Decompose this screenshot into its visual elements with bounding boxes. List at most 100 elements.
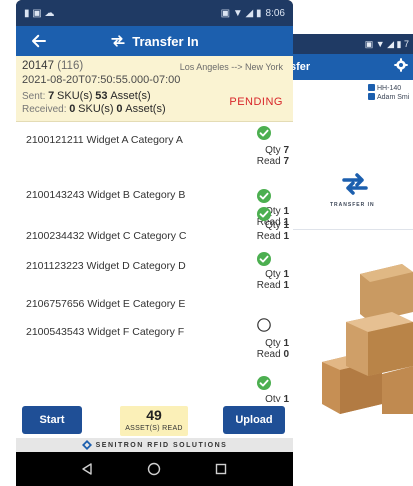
brand-logo-icon [81,440,92,450]
transfer-datetime: 2021-08-20T07:50:55.000-07:00 [22,74,181,86]
read-value: 7 [283,156,289,167]
list-item[interactable]: 2100143243 Widget B Category B Qty 1 Rea… [16,181,293,228]
swap-arrows-icon[interactable] [340,172,370,196]
page-title: Transfer In [132,33,199,49]
sent-sku-count: 7 [48,90,55,102]
background-screen: ▣ ▼ ◢ ▮ 7 sfer HH-140 Adam Smi TRANSFER … [286,34,413,486]
action-bar: Start 49 ASSET(S) READ Upload [16,402,293,438]
status-left: ▮ ▣ ☁ [24,8,55,19]
status-bar: ▮ ▣ ☁ ▣ ▼ ◢ ▮ 8:06 [16,0,293,26]
background-status-bar: ▣ ▼ ◢ ▮ 7 [286,34,413,54]
upload-button[interactable]: Upload [223,406,285,434]
swap-arrows-icon [111,35,125,47]
background-app-bar: sfer [286,54,413,80]
transfer-id: 20147 [22,60,54,72]
item-text: 2100143243 Widget B Category B [26,189,186,201]
app-bar: Transfer In [16,26,293,56]
qty-value: 1 [283,220,289,231]
read-label: Read [256,349,281,360]
status-badge: PENDING [229,96,283,108]
item-text: 2101123223 Widget D Category D [26,260,186,272]
received-line: Received: 0 SKU(s) 0 Asset(s) [22,103,166,115]
check-circle-icon [257,376,271,390]
screen: ▣ ▼ ◢ ▮ 7 sfer HH-140 Adam Smi TRANSFER … [0,0,413,486]
check-circle-icon [257,126,271,140]
item-text: 2106757656 Widget E Category E [26,298,186,310]
system-icons: ▣ ▼ ◢ ▮ [220,7,262,19]
empty-circle-icon [257,318,271,332]
transfer-in-label[interactable]: TRANSFER IN [330,202,375,208]
received-label: Received: [22,104,67,115]
transfer-route: Los Angeles --> New York [179,62,283,72]
qty-value: 1 [283,338,289,349]
background-user: Adam Smi [377,94,410,101]
triangle-back-icon[interactable] [80,462,94,476]
item-qty-read: Qty 1 Read 0 [257,338,289,360]
item-text: 2100543543 Widget F Category F [26,326,185,338]
item-qty-read: Qty 1 Read 1 [257,269,289,291]
background-device-line: HH-140 [368,84,401,92]
list-item[interactable]: 2100121211 Widget A Category A Qty 7 Rea… [16,126,293,167]
circle-home-icon[interactable] [147,462,161,476]
transfer-count: (116) [57,60,84,72]
read-label: Read [256,156,281,167]
device-icon [368,84,375,91]
list-item[interactable]: 2100543543 Widget F Category F Qty 1 Rea… [16,318,293,360]
background-title-fragment: sfer [290,61,311,73]
start-button[interactable]: Start [22,406,82,434]
item-qty-read: Qty 1 Read 1 [257,220,289,242]
clock: 8:06 [265,7,285,19]
item-qty-read: Qty 1 [265,394,289,402]
received-sku-count: 0 [69,103,76,115]
qty-label: Qty [265,269,281,280]
system-nav-bar [16,452,293,486]
square-recent-icon[interactable] [214,462,228,476]
qty-value: 1 [283,394,289,402]
item-qty-read: Qty 7 Read 7 [257,145,289,167]
user-icon [368,93,375,100]
assets-read-count: 49 [146,407,162,423]
gear-icon[interactable] [393,57,409,73]
read-label: Read [256,231,281,242]
check-circle-icon [257,252,271,266]
sent-asset-unit: Asset(s) [110,90,151,102]
sent-sku-unit: SKU(s) [57,90,93,102]
transfer-summary: 20147 (116) Los Angeles --> New York 202… [16,56,293,122]
qty-label: Qty [265,220,281,231]
app-title: Transfer In [16,26,293,56]
check-circle-icon [257,189,271,203]
qty-label: Qty [265,145,281,156]
sent-label: Sent: [22,91,46,102]
qty-value: 1 [283,206,289,217]
background-status-glyphs: ▣ ▼ ◢ ▮ 7 [364,38,409,49]
background-header-panel: HH-140 Adam Smi TRANSFER IN [286,80,413,230]
item-list[interactable]: 2100121211 Widget A Category A Qty 7 Rea… [16,122,293,402]
brand-footer: SENITRON RFID SOLUTIONS [16,438,293,452]
item-qty-read-row: Qty 1 Read 1 [16,220,293,250]
assets-read-badge: 49 ASSET(S) READ [120,406,188,436]
status-right: ▣ ▼ ◢ ▮ 8:06 [221,8,285,19]
qty-label: Qty [265,394,281,402]
qty-value: 7 [283,145,289,156]
read-value: 0 [283,349,289,360]
received-asset-count: 0 [116,103,123,115]
received-sku-unit: SKU(s) [78,103,114,115]
sent-line: Sent: 7 SKU(s) 53 Asset(s) [22,90,151,102]
cardboard-boxes-icon [322,264,413,414]
assets-read-label: ASSET(S) READ [125,425,183,432]
brand-name: SENITRON RFID SOLUTIONS [95,441,228,449]
notification-icons: ▮ ▣ ☁ [24,7,55,19]
background-user-line: Adam Smi [368,93,409,101]
check-circle-icon [257,207,271,221]
qty-label: Qty [265,338,281,349]
list-item[interactable]: Qty 1 [16,376,293,402]
qty-value: 1 [283,269,289,280]
received-asset-unit: Asset(s) [125,103,166,115]
list-item[interactable]: Qty 1 Read 1 2101123223 Widget D Categor… [16,252,293,291]
sent-asset-count: 53 [95,90,108,102]
background-device: HH-140 [377,85,402,92]
transfer-id-line: 20147 (116) [22,60,83,72]
main-phone-screen: ▮ ▣ ☁ ▣ ▼ ◢ ▮ 8:06 Transfer In 20147 (11… [16,0,293,486]
read-value: 1 [283,231,289,242]
item-text: 2100121211 Widget A Category A [26,134,183,146]
